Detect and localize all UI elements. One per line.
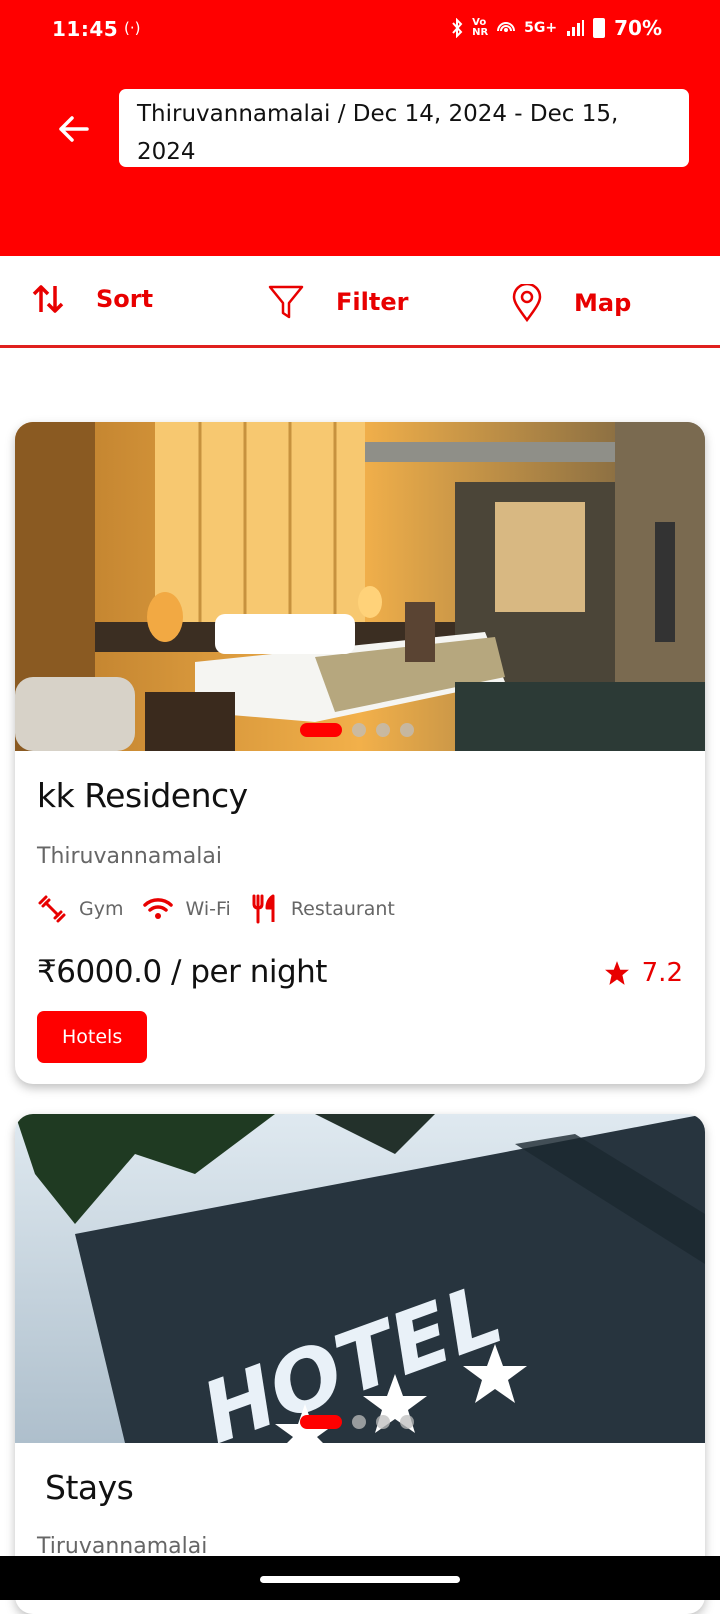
status-icons: Vo NR 5G+ 70% <box>451 16 662 40</box>
amenities-list: Gym Wi-Fi Restaurant <box>37 894 415 924</box>
system-nav-bar <box>0 1556 720 1600</box>
listing-name: kk Residency <box>37 776 248 815</box>
listing-photo[interactable] <box>15 422 705 751</box>
hotel-room-image <box>15 422 705 751</box>
amenity-label: Wi-Fi <box>185 898 231 920</box>
filter-funnel-icon <box>268 285 304 319</box>
rating-value: 7.2 <box>641 958 683 988</box>
wifi-icon <box>143 898 174 919</box>
battery-percent: 70% <box>614 16 662 40</box>
listing-photo[interactable]: HOTEL <box>15 1114 705 1443</box>
status-bar: 11:45 (·) Vo NR 5G+ 70% <box>0 0 720 60</box>
sort-arrows-icon <box>32 285 64 313</box>
map-pin-icon <box>512 284 542 322</box>
filter-label: Filter <box>336 288 409 316</box>
listing-card[interactable]: kk Residency Thiruvannamalai Gym Wi-Fi R… <box>15 422 705 1084</box>
search-field[interactable]: Thiruvannamalai / Dec 14, 2024 - Dec 15,… <box>119 89 689 167</box>
carousel-indicator[interactable] <box>300 1415 414 1429</box>
listing-rating: 7.2 <box>604 958 683 988</box>
network-type: 5G+ <box>524 20 558 36</box>
listing-card[interactable]: HOTEL Stays Tiruvannamalai <box>15 1114 705 1614</box>
fork-knife-icon <box>252 894 275 924</box>
map-button[interactable]: Map <box>512 284 631 322</box>
carousel-dot[interactable] <box>352 1415 366 1429</box>
carousel-dot[interactable] <box>400 723 414 737</box>
carousel-dot-active[interactable] <box>300 1415 342 1429</box>
status-time: 11:45 <box>52 17 119 41</box>
amenity-label: Gym <box>79 898 124 920</box>
carousel-dot[interactable] <box>376 1415 390 1429</box>
amenity-wifi: Wi-Fi <box>143 897 231 921</box>
volte-label: Vo NR <box>472 17 489 38</box>
listing-price: ₹6000.0 / per night <box>37 954 327 990</box>
app-header: 11:45 (·) Vo NR 5G+ 70% Thiruvannamalai … <box>0 0 720 256</box>
listing-name: Stays <box>45 1468 134 1507</box>
amenity-label: Restaurant <box>290 898 395 920</box>
map-label: Map <box>574 289 632 317</box>
signal-icon <box>567 20 585 36</box>
sort-label: Sort <box>96 285 154 313</box>
arrow-left-icon <box>59 116 89 142</box>
sort-button[interactable]: Sort <box>32 284 153 314</box>
amenity-gym: Gym <box>37 894 123 924</box>
hotspot-signal-icon <box>497 22 516 32</box>
star-icon <box>604 961 629 985</box>
carousel-dot[interactable] <box>376 723 390 737</box>
listing-location: Thiruvannamalai <box>37 844 222 869</box>
battery-icon <box>593 18 606 38</box>
back-button[interactable] <box>50 106 96 152</box>
filter-button[interactable]: Filter <box>268 284 408 320</box>
carousel-dot[interactable] <box>352 723 366 737</box>
home-gesture-handle[interactable] <box>260 1576 460 1583</box>
bluetooth-icon <box>452 18 463 38</box>
hotel-sign-image: HOTEL <box>15 1114 705 1443</box>
carousel-indicator[interactable] <box>300 723 414 737</box>
dumbbell-icon <box>38 895 66 923</box>
toolbar: Sort Filter Map <box>0 256 720 348</box>
amenity-restaurant: Restaurant <box>251 894 395 924</box>
hotspot-icon: (·) <box>124 19 141 37</box>
carousel-dot-active[interactable] <box>300 723 342 737</box>
carousel-dot[interactable] <box>400 1415 414 1429</box>
category-tag[interactable]: Hotels <box>37 1011 148 1063</box>
